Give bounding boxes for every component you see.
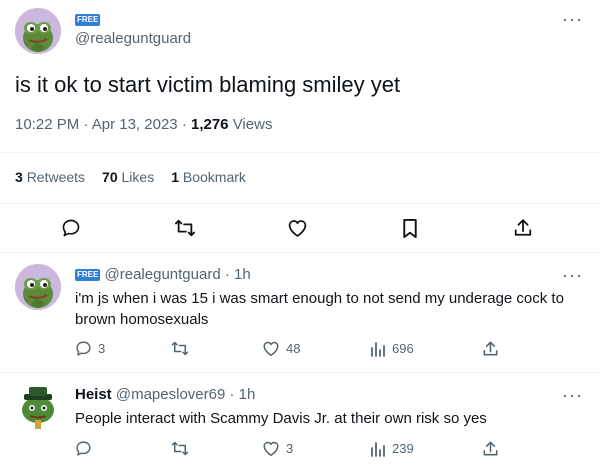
avatar[interactable] <box>15 264 61 310</box>
divider <box>0 152 600 153</box>
views-label: Views <box>232 116 273 133</box>
like-icon[interactable] <box>287 218 308 238</box>
like-action[interactable]: 48 <box>262 340 300 357</box>
tweet-handle[interactable]: @realeguntguard <box>75 30 191 47</box>
like-icon[interactable] <box>262 440 280 457</box>
tweet-date[interactable]: Apr 13, 2023 <box>92 116 178 133</box>
meta-separator: · <box>229 386 235 403</box>
more-options-icon[interactable]: ··· <box>562 10 583 28</box>
tweet-meta: 10:22 PM · Apr 13, 2023 · 1,276 Views <box>15 116 272 133</box>
share-icon[interactable] <box>482 340 499 357</box>
meta-separator: · <box>83 116 89 133</box>
bookmark-icon[interactable] <box>401 218 419 239</box>
meta-separator: · <box>224 266 230 283</box>
like-count: 48 <box>286 341 301 356</box>
reply-text-line: i'm js when i was 15 i was smart enough … <box>75 290 564 307</box>
like-count: 3 <box>286 441 294 456</box>
share-icon[interactable] <box>513 217 533 238</box>
reply-icon[interactable] <box>75 340 92 357</box>
reply-text-line: People interact with Scammy Davis Jr. at… <box>75 410 487 427</box>
avatar[interactable] <box>15 8 61 54</box>
pepe-hat-avatar-image <box>15 384 61 430</box>
reply-icon[interactable] <box>75 440 92 457</box>
retweet-icon[interactable] <box>171 340 189 357</box>
reply-text-line: brown homosexuals <box>75 311 209 328</box>
more-options-icon[interactable]: ··· <box>562 386 583 404</box>
reply-age[interactable]: 1h <box>239 386 256 403</box>
meta-separator: · <box>181 116 187 133</box>
like-icon[interactable] <box>262 340 280 357</box>
reply-display-name[interactable]: Heist <box>75 386 112 403</box>
divider <box>0 372 600 373</box>
tweet-stats: 3 Retweets 70 Likes 1 Bookmark <box>15 169 246 185</box>
likes-stat[interactable]: 70 Likes <box>102 169 154 185</box>
retweet-icon[interactable] <box>171 440 189 457</box>
view-count: 239 <box>392 441 414 456</box>
reply-header: Heist @mapeslover69 · 1h <box>75 386 255 403</box>
divider <box>0 203 600 204</box>
free-badge: FREE <box>75 269 101 282</box>
reply-action[interactable]: 3 <box>75 340 105 357</box>
avatar[interactable] <box>15 384 61 430</box>
views-bars-icon[interactable] <box>370 340 386 357</box>
views-action[interactable]: 239 <box>370 440 414 457</box>
retweet-icon[interactable] <box>174 218 196 238</box>
bookmarks-stat[interactable]: 1 Bookmark <box>171 169 246 185</box>
tweet-time[interactable]: 10:22 PM <box>15 116 79 133</box>
pepe-avatar-image <box>15 264 61 310</box>
reply-header: FREE @realeguntguard · 1h <box>75 266 251 283</box>
reply-text: People interact with Scammy Davis Jr. at… <box>75 408 590 429</box>
reply-age[interactable]: 1h <box>234 266 251 283</box>
more-options-icon[interactable]: ··· <box>562 266 583 284</box>
views-count: 1,276 <box>190 116 229 133</box>
reply-handle[interactable]: @mapeslover69 <box>116 386 225 403</box>
reply-handle[interactable]: @realeguntguard <box>105 266 221 283</box>
reply-icon[interactable] <box>61 218 81 238</box>
reply-text: i'm js when i was 15 i was smart enough … <box>75 288 590 330</box>
like-action[interactable]: 3 <box>262 440 293 457</box>
views-action[interactable]: 696 <box>370 340 414 357</box>
pepe-avatar-image <box>15 8 61 54</box>
retweet-action[interactable] <box>171 340 195 357</box>
share-icon[interactable] <box>482 440 499 457</box>
tweet-text: is it ok to start victim blaming smiley … <box>15 72 401 97</box>
retweets-stat[interactable]: 3 Retweets <box>15 169 85 185</box>
reply-count: 3 <box>98 341 106 356</box>
free-badge: FREE <box>75 13 101 26</box>
views-bars-icon[interactable] <box>370 440 386 457</box>
view-count: 696 <box>392 341 414 356</box>
divider <box>0 252 600 253</box>
